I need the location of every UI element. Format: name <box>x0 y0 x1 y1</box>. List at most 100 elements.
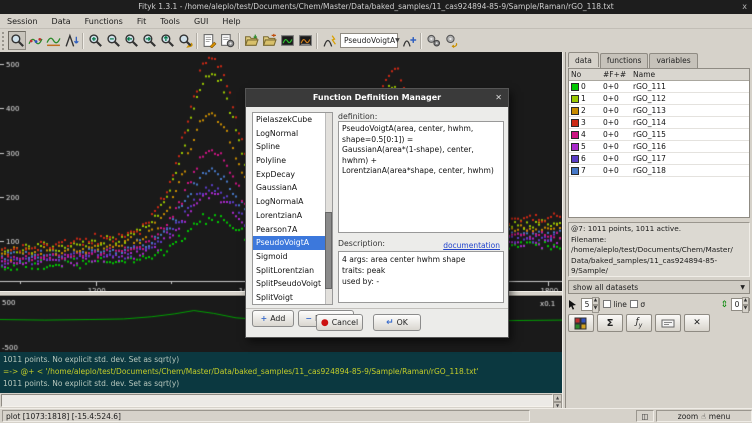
data-range-mode-button[interactable] <box>26 31 44 50</box>
load-data-custom-button[interactable] <box>260 31 278 50</box>
table-row[interactable]: 60+0rGO_117 <box>569 153 749 165</box>
shift-stepper[interactable]: 0 ▲▼ <box>731 298 750 311</box>
table-row[interactable]: 10+0rGO_112 <box>569 93 749 105</box>
tab-functions[interactable]: functions <box>600 53 649 68</box>
ok-button[interactable]: ↵OK <box>373 314 421 331</box>
zoom-mode-button[interactable] <box>8 31 26 50</box>
function-list-item[interactable]: LorentzianA <box>253 209 332 223</box>
add-peak-mode-button[interactable] <box>62 31 80 50</box>
table-row[interactable]: 40+0rGO_115 <box>569 129 749 141</box>
stepper-down-icon[interactable]: ▼ <box>742 305 749 313</box>
load-data-button[interactable] <box>242 31 260 50</box>
menu-fit[interactable]: Fit <box>130 14 153 29</box>
menu-button[interactable]: menu <box>709 411 730 422</box>
sum-button[interactable]: Σ <box>597 314 623 332</box>
menu-data[interactable]: Data <box>45 14 78 29</box>
dataset-color-swatch[interactable] <box>571 119 579 127</box>
dialog-titlebar[interactable]: Function Definition Manager ✕ <box>246 89 508 107</box>
delete-dataset-button[interactable]: ✕ <box>684 314 710 332</box>
curve-points-icon <box>28 33 43 48</box>
dataset-color-swatch[interactable] <box>571 131 579 139</box>
function-type-list[interactable]: PielaszekCubeLogNormalSplinePolylineExpD… <box>252 112 333 305</box>
column-header: #F+# <box>603 69 633 80</box>
function-list-item[interactable]: Polyline <box>253 154 332 168</box>
add-function-button[interactable] <box>400 31 418 50</box>
function-list-item[interactable]: PseudoVoigtA <box>253 236 332 250</box>
zoom-menu-button[interactable]: zoom <box>678 411 698 422</box>
toolbar-drag-handle[interactable] <box>2 32 6 50</box>
magnifier-back-icon <box>178 33 193 48</box>
datasets-grid-button[interactable] <box>568 314 594 332</box>
table-row[interactable]: 50+0rGO_116 <box>569 141 749 153</box>
tab-variables[interactable]: variables <box>649 53 697 68</box>
dataset-color-swatch[interactable] <box>571 83 579 91</box>
menu-gui[interactable]: GUI <box>187 14 215 29</box>
hand-pointer-icon: ☝ <box>701 411 706 422</box>
menu-help[interactable]: Help <box>215 14 247 29</box>
function-list-item[interactable]: Pearson7A <box>253 223 332 237</box>
cancel-button[interactable]: ●Cancel <box>316 314 363 331</box>
stepper-down-icon[interactable]: ▼ <box>592 305 599 313</box>
zoom-previous-button[interactable] <box>176 31 194 50</box>
menu-functions[interactable]: Functions <box>78 14 130 29</box>
function-list-item[interactable]: SplitLorentzian <box>253 264 332 278</box>
menu-tools[interactable]: Tools <box>153 14 187 29</box>
function-list-item[interactable]: LogNormalA <box>253 195 332 209</box>
sigma-checkbox[interactable]: σ <box>630 300 645 309</box>
function-of-y-button[interactable]: ƒy <box>626 314 652 332</box>
function-list-item[interactable]: SplitVoigt <box>253 291 332 305</box>
data-transform-button[interactable] <box>296 31 314 50</box>
dataset-color-swatch[interactable] <box>571 95 579 103</box>
documentation-link[interactable]: documentation <box>443 241 500 250</box>
undo-fit-button[interactable] <box>442 31 460 50</box>
data-editor-button[interactable] <box>278 31 296 50</box>
command-input[interactable] <box>1 394 553 407</box>
tab-data[interactable]: data <box>568 52 599 67</box>
execute-script-button[interactable] <box>218 31 236 50</box>
zoom-left-button[interactable] <box>122 31 140 50</box>
stepper-up-icon[interactable]: ▲ <box>592 297 599 305</box>
zoom-right-button[interactable] <box>140 31 158 50</box>
dataset-table[interactable]: No#F+#Name00+0rGO_11110+0rGO_11220+0rGO_… <box>568 68 750 218</box>
auto-add-peak-button[interactable] <box>320 31 338 50</box>
add-function-type-button[interactable]: +Add <box>252 310 294 327</box>
line-checkbox[interactable]: line <box>603 300 627 309</box>
window-titlebar[interactable]: Fityk 1.3.1 - /home/aleplo/test/Document… <box>0 0 752 14</box>
command-history-scroll[interactable]: ▲▼ <box>553 394 562 407</box>
mouse-mode-indicator[interactable]: ◫ <box>636 410 654 422</box>
function-list-item[interactable]: GaussianA <box>253 181 332 195</box>
stepper-up-icon[interactable]: ▲ <box>742 297 749 305</box>
function-list-item[interactable]: SplitPseudoVoigt <box>253 277 332 291</box>
table-row[interactable]: 70+0rGO_118 <box>569 165 749 177</box>
zoom-out-button[interactable] <box>104 31 122 50</box>
table-row[interactable]: 30+0rGO_114 <box>569 117 749 129</box>
function-list-item[interactable]: ExpDecay <box>253 168 332 182</box>
function-list-scrollbar[interactable] <box>325 113 332 304</box>
table-row[interactable]: 00+0rGO_111 <box>569 81 749 93</box>
function-list-item[interactable]: Spline <box>253 140 332 154</box>
dataset-color-swatch[interactable] <box>571 155 579 163</box>
dataset-color-swatch[interactable] <box>571 167 579 175</box>
function-list-item[interactable]: Sigmoid <box>253 250 332 264</box>
definition-textarea[interactable]: PseudoVoigtA(area, center, hwhm, shape=0… <box>338 121 504 233</box>
scroll-up-icon[interactable]: ▲ <box>553 394 562 402</box>
dataset-filter-dropdown[interactable]: show all datasets ▼ <box>568 280 750 294</box>
table-row[interactable]: 20+0rGO_113 <box>569 105 749 117</box>
function-type-select[interactable]: PseudoVoigtA▼ <box>340 33 398 48</box>
baseline-mode-button[interactable] <box>44 31 62 50</box>
scrollbar-thumb[interactable] <box>325 212 332 288</box>
edit-script-button[interactable] <box>200 31 218 50</box>
window-close-button[interactable]: x <box>742 0 747 14</box>
menu-session[interactable]: Session <box>0 14 45 29</box>
function-list-item[interactable]: LogNormal <box>253 127 332 141</box>
dialog-close-icon[interactable]: ✕ <box>495 89 502 107</box>
zoom-in-button[interactable] <box>86 31 104 50</box>
fit-button[interactable] <box>424 31 442 50</box>
dataset-fcount: 0+0 <box>603 141 633 152</box>
dataset-color-swatch[interactable] <box>571 107 579 115</box>
run-script-button[interactable] <box>655 314 681 332</box>
zoom-all-button[interactable] <box>158 31 176 50</box>
dataset-color-swatch[interactable] <box>571 143 579 151</box>
function-list-item[interactable]: PielaszekCube <box>253 113 332 127</box>
point-size-stepper[interactable]: 5 ▲▼ <box>581 298 600 311</box>
